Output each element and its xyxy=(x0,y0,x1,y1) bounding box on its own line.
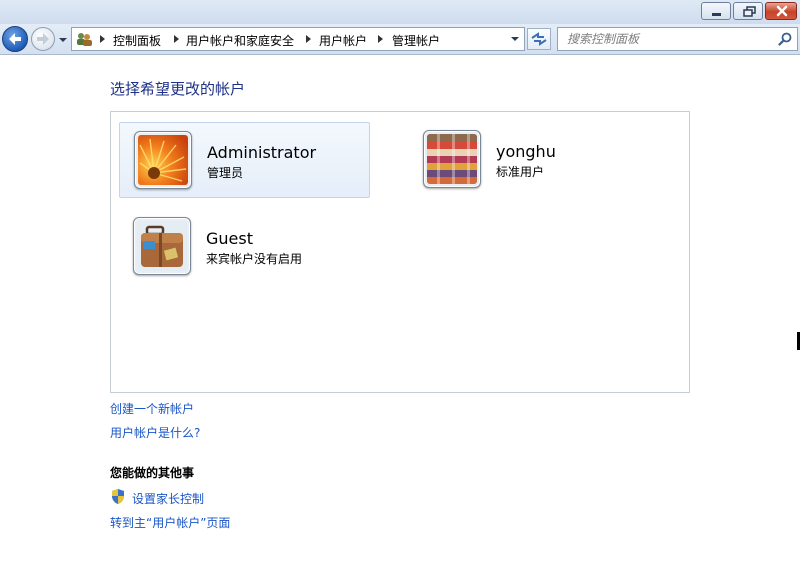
breadcrumb-separator-icon[interactable] xyxy=(99,34,107,44)
navigation-bar: 控制面板 用户帐户和家庭安全 用户帐户 管理帐户 xyxy=(0,24,800,55)
account-role: 标准用户 xyxy=(496,165,545,179)
back-arrow-icon xyxy=(9,33,21,45)
breadcrumb-separator-icon[interactable] xyxy=(377,34,385,44)
title-bar[interactable] xyxy=(0,0,800,24)
control-panel-window: 控制面板 用户帐户和家庭安全 用户帐户 管理帐户 选择希望更改的帐户 xyxy=(0,0,800,561)
breadcrumb-separator-icon[interactable] xyxy=(173,34,181,44)
restore-button[interactable] xyxy=(733,2,763,20)
restore-icon xyxy=(743,6,756,17)
breadcrumb-control-panel[interactable]: 控制面板 xyxy=(113,32,161,49)
create-account-link[interactable]: 创建一个新帐户 xyxy=(110,400,194,417)
account-name: Administrator xyxy=(207,143,317,162)
back-button[interactable] xyxy=(2,26,28,52)
close-icon xyxy=(776,5,788,17)
account-name: yonghu xyxy=(496,142,556,161)
search-icon[interactable] xyxy=(778,32,792,46)
account-role: 来宾帐户没有启用 xyxy=(206,252,303,266)
account-tile-yonghu[interactable]: yonghu 标准用户 xyxy=(409,122,660,198)
flower-picture-icon xyxy=(134,131,192,189)
uac-shield-icon xyxy=(112,489,124,504)
cloth-texture-picture-icon xyxy=(423,130,481,188)
account-list: Administrator 管理员 yonghu 标准用户 Guest 来宾帐户… xyxy=(110,111,690,393)
forward-arrow-icon xyxy=(37,33,49,45)
address-history-dropdown-icon[interactable] xyxy=(509,33,521,45)
user-accounts-icon xyxy=(77,33,92,46)
breadcrumb-user-accounts-family-safety[interactable]: 用户帐户和家庭安全 xyxy=(186,32,294,49)
account-tile-guest[interactable]: Guest 来宾帐户没有启用 xyxy=(119,209,370,285)
account-role: 管理员 xyxy=(207,166,244,180)
account-name: Guest xyxy=(206,229,253,248)
search-box[interactable] xyxy=(557,27,798,51)
breadcrumb-separator-icon[interactable] xyxy=(305,34,313,44)
refresh-button[interactable] xyxy=(527,28,551,50)
recent-pages-dropdown-icon[interactable] xyxy=(57,34,69,46)
breadcrumb-manage-accounts[interactable]: 管理帐户 xyxy=(392,32,440,49)
goto-user-accounts-main-link[interactable]: 转到主“用户帐户”页面 xyxy=(110,514,230,531)
breadcrumb-user-accounts[interactable]: 用户帐户 xyxy=(319,32,367,49)
suitcase-picture-icon xyxy=(133,217,191,275)
parental-controls-link[interactable]: 设置家长控制 xyxy=(132,490,204,507)
other-tasks-heading: 您能做的其他事 xyxy=(110,466,195,480)
search-input[interactable] xyxy=(558,28,772,50)
forward-button[interactable] xyxy=(31,27,55,51)
minimize-button[interactable] xyxy=(701,2,731,20)
close-button[interactable] xyxy=(765,2,797,20)
minimize-icon xyxy=(712,13,721,16)
account-tile-administrator[interactable]: Administrator 管理员 xyxy=(119,122,370,198)
page-title: 选择希望更改的帐户 xyxy=(110,80,246,98)
address-bar[interactable]: 控制面板 用户帐户和家庭安全 用户帐户 管理帐户 xyxy=(71,27,525,51)
refresh-icon xyxy=(531,32,547,46)
what-is-user-account-link[interactable]: 用户帐户是什么? xyxy=(110,424,200,441)
